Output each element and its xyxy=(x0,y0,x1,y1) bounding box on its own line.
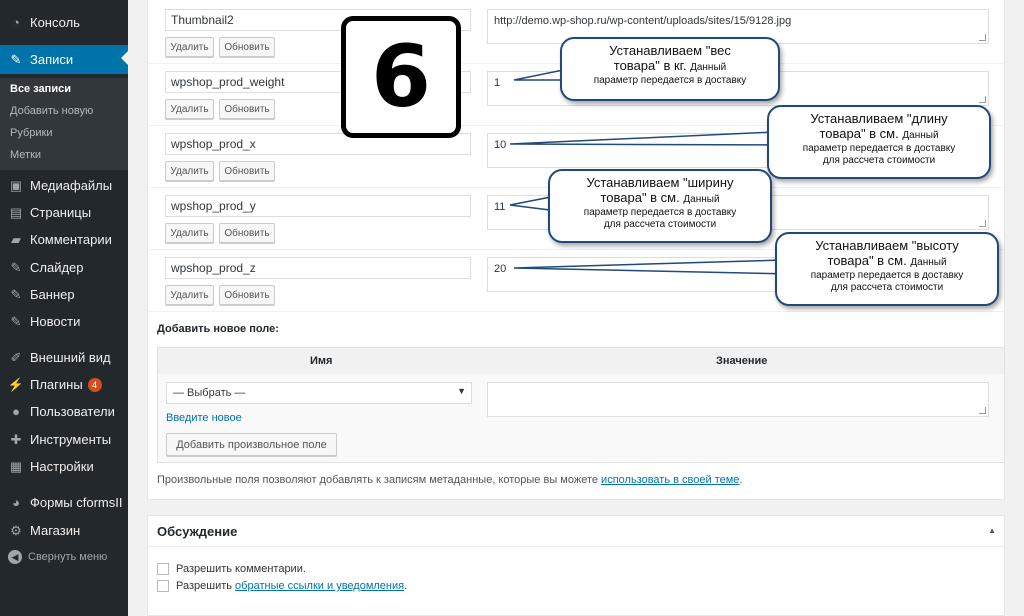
pin-icon: ✎ xyxy=(10,313,22,329)
pages-icon: ▤ xyxy=(9,204,23,220)
new-value-textarea[interactable] xyxy=(487,382,989,417)
admin-sidebar: ◔ Консоль ✎ Записи Все записи Добавить нов… xyxy=(0,0,128,616)
delete-button[interactable]: Удалить xyxy=(165,285,214,305)
posts-submenu: Все записи Добавить новую Рубрики Метки xyxy=(0,78,128,170)
menu-item-banner[interactable]: ✎ Баннер xyxy=(0,281,128,308)
menu-item-appearance[interactable]: ✐ Внешний вид xyxy=(0,344,128,371)
wrench-icon: ✚ xyxy=(10,431,22,447)
menu-item-pages[interactable]: ▤ Страницы xyxy=(0,199,128,226)
submenu-tags[interactable]: Метки xyxy=(10,149,41,161)
add-field-table: Имя Значение — Выбрать — ▼ Введите новое … xyxy=(157,347,1005,463)
meta-key-input[interactable]: wpshop_prod_z xyxy=(165,257,471,279)
update-button[interactable]: Обновить xyxy=(219,285,275,305)
submenu-categories[interactable]: Рубрики xyxy=(10,127,52,139)
allow-trackbacks-label: Разрешить обратные ссылки и уведомления. xyxy=(176,580,408,592)
forms-icon: ◕ xyxy=(12,495,20,510)
settings-icon: ▦ xyxy=(9,458,23,474)
menu-item-forms[interactable]: ◕ Формы cformsII xyxy=(0,489,128,516)
submenu-all-posts[interactable]: Все записи xyxy=(10,83,71,95)
update-button[interactable]: Обновить xyxy=(219,99,275,119)
dropdown-arrow-icon: ▼ xyxy=(457,386,466,396)
add-field-title: Добавить новое поле: xyxy=(157,323,279,335)
pin-icon: ✎ xyxy=(10,259,22,275)
menu-item-tools[interactable]: ✚ Инструменты xyxy=(0,426,128,453)
menu-item-shop[interactable]: ⚙ Магазин xyxy=(0,517,128,544)
field-name-select[interactable]: — Выбрать — ▼ xyxy=(166,382,472,404)
submenu-add-new[interactable]: Добавить новую xyxy=(10,105,93,117)
discussion-title: Обсуждение xyxy=(157,524,238,539)
update-button[interactable]: Обновить xyxy=(219,161,275,181)
column-name-header: Имя xyxy=(310,355,333,367)
gear-icon: ⚙ xyxy=(10,522,22,538)
length-callout: Устанавливаем "длину товара" в см. Данны… xyxy=(767,105,991,179)
allow-trackbacks-checkbox[interactable] xyxy=(157,580,169,592)
meta-key-input[interactable]: wpshop_prod_y xyxy=(165,195,471,217)
enter-new-link[interactable]: Введите новое xyxy=(166,412,242,424)
comments-icon: ▰ xyxy=(11,231,21,247)
delete-button[interactable]: Удалить xyxy=(165,161,214,181)
delete-button[interactable]: Удалить xyxy=(165,99,214,119)
menu-item-news[interactable]: ✎ Новости xyxy=(0,308,128,335)
menu-item-console[interactable]: ◔ Консоль xyxy=(0,9,128,36)
menu-item-media[interactable]: ▣ Медиафайлы xyxy=(0,172,128,199)
use-in-theme-link[interactable]: использовать в своей теме xyxy=(601,474,739,486)
users-icon: ● xyxy=(12,404,20,419)
custom-fields-help: Произвольные поля позволяют добавлять к … xyxy=(157,474,743,486)
plugins-update-badge: 4 xyxy=(87,377,102,392)
collapse-menu-button[interactable]: ◀ Свернуть меню xyxy=(8,550,107,564)
width-callout: Устанавливаем "ширину товара" в см. Данн… xyxy=(548,169,772,243)
row-divider xyxy=(148,311,1004,312)
menu-item-plugins[interactable]: ⚡ Плагины 4 xyxy=(0,371,128,398)
delete-button[interactable]: Удалить xyxy=(165,223,214,243)
pin-icon: ✎ xyxy=(10,51,22,67)
plugin-icon: ⚡ xyxy=(7,376,25,392)
discussion-divider xyxy=(148,546,1004,547)
dashboard-icon: ◔ xyxy=(12,15,20,30)
trackbacks-link[interactable]: обратные ссылки и уведомления xyxy=(235,580,404,592)
update-button[interactable]: Обновить xyxy=(219,37,275,57)
pin-icon: ✎ xyxy=(10,286,22,302)
menu-item-users[interactable]: ● Пользователи xyxy=(0,398,128,425)
add-custom-field-button[interactable]: Добавить произвольное поле xyxy=(166,433,337,456)
brush-icon: ✐ xyxy=(10,349,22,365)
menu-item-comments[interactable]: ▰ Комментарии xyxy=(0,226,128,253)
update-button[interactable]: Обновить xyxy=(219,223,275,243)
discussion-box: Обсуждение ▲ Разрешить комментарии. Разр… xyxy=(147,515,1005,616)
collapse-toggle-icon[interactable]: ▲ xyxy=(988,526,996,535)
menu-item-settings[interactable]: ▦ Настройки xyxy=(0,453,128,480)
step-number-badge: 6 xyxy=(341,16,461,138)
media-icon: ▣ xyxy=(9,177,23,193)
delete-button[interactable]: Удалить xyxy=(165,37,214,57)
allow-comments-label: Разрешить комментарии. xyxy=(176,563,306,575)
menu-item-slider[interactable]: ✎ Слайдер xyxy=(0,254,128,281)
menu-item-posts[interactable]: ✎ Записи xyxy=(0,45,128,74)
column-value-header: Значение xyxy=(716,355,768,367)
allow-comments-checkbox[interactable] xyxy=(157,563,169,575)
weight-callout: Устанавливаем "вес товара" в кг. Данный … xyxy=(560,37,780,101)
add-field-header: Имя Значение xyxy=(158,348,1004,374)
collapse-icon: ◀ xyxy=(8,550,22,564)
height-callout: Устанавливаем "высоту товара" в см. Данн… xyxy=(775,232,999,306)
